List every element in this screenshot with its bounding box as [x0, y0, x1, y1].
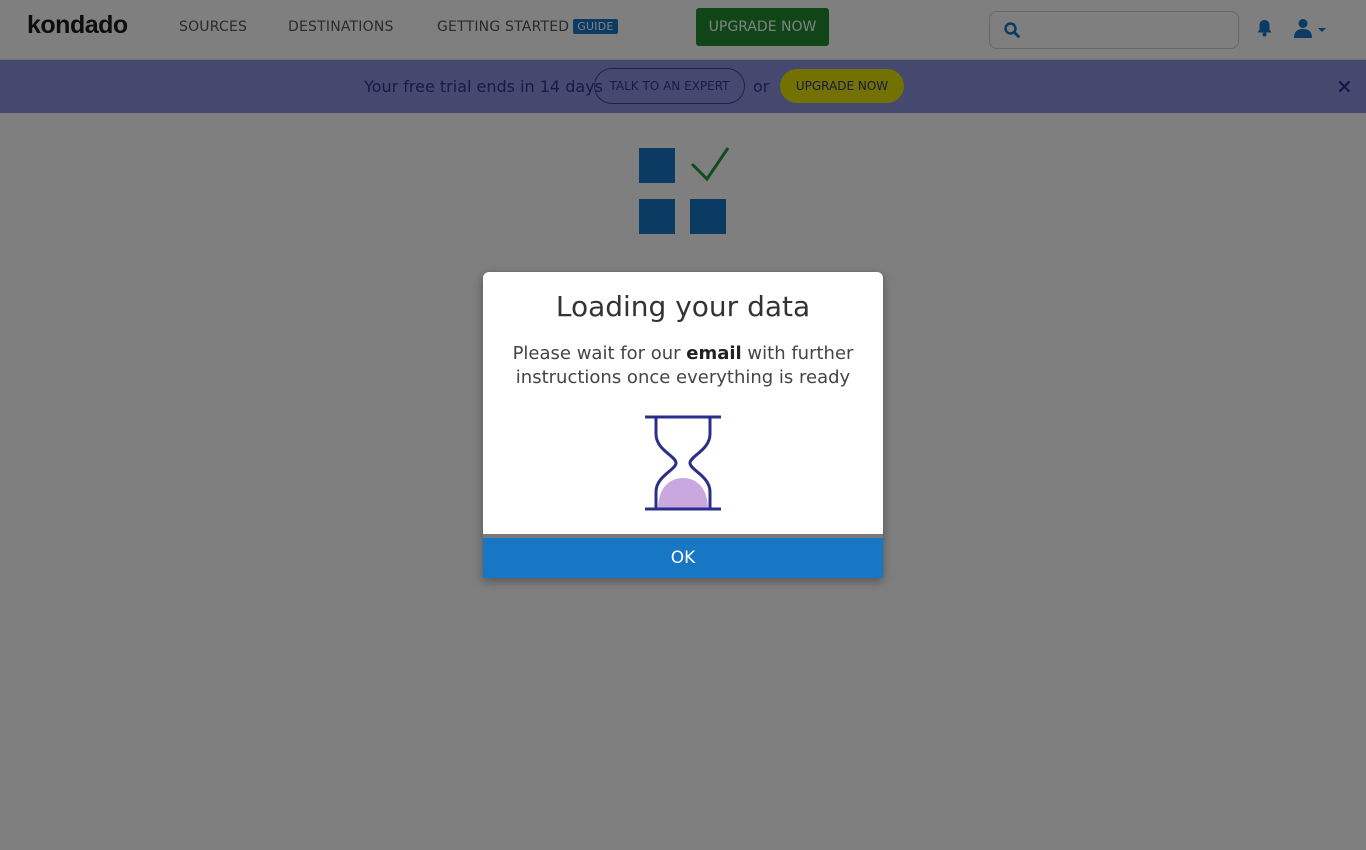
ok-button[interactable]: OK — [483, 538, 883, 578]
modal-message-email: email — [686, 343, 742, 364]
modal-title: Loading your data — [555, 290, 811, 323]
modal-message-start: Please wait for our — [512, 343, 687, 364]
loading-modal: Loading your data Please wait for our em… — [483, 272, 883, 578]
hourglass-icon — [645, 415, 721, 511]
modal-message: Please wait for our email with further i… — [503, 342, 863, 390]
